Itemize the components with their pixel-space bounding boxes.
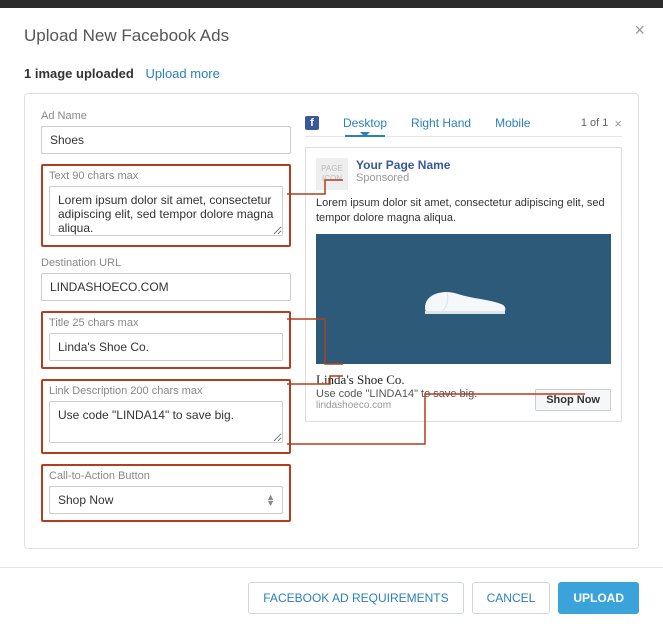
page-icon-placeholder: PAGE ICON xyxy=(316,158,348,190)
link-desc-label: Link Description 200 chars max xyxy=(49,385,283,397)
cancel-button[interactable]: CANCEL xyxy=(472,582,551,614)
upload-button[interactable]: UPLOAD xyxy=(558,582,639,614)
title-label: Title 25 chars max xyxy=(49,317,283,329)
tab-righthand[interactable]: Right Hand xyxy=(399,110,483,136)
ad-preview: PAGE ICON Your Page Name Sponsored Lorem… xyxy=(305,147,622,422)
text-input[interactable]: Lorem ipsum dolor sit amet, consectetur … xyxy=(49,186,283,236)
shoe-icon xyxy=(419,278,509,320)
dest-url-input[interactable] xyxy=(41,273,291,301)
modal-title: Upload New Facebook Ads xyxy=(24,26,639,46)
preview-desc: Use code "LINDA14" to save big. xyxy=(316,388,527,400)
preview-title: Linda's Shoe Co. xyxy=(316,372,527,388)
link-desc-input[interactable]: Use code "LINDA14" to save big. xyxy=(49,401,283,443)
fb-requirements-button[interactable]: FACEBOOK AD REQUIREMENTS xyxy=(248,582,463,614)
upload-count: 1 image uploaded xyxy=(24,66,134,81)
dest-url-label: Destination URL xyxy=(41,257,291,269)
preview-counter: 1 of 1 xyxy=(581,117,609,129)
preview-domain: lindashoeco.com xyxy=(316,400,527,411)
preview-image xyxy=(316,234,611,364)
sponsored-label: Sponsored xyxy=(356,172,450,184)
modal-footer: FACEBOOK AD REQUIREMENTS CANCEL UPLOAD xyxy=(0,567,663,628)
close-icon[interactable]: × xyxy=(634,20,645,41)
preview-cta-button[interactable]: Shop Now xyxy=(535,389,611,411)
facebook-icon: f xyxy=(305,116,319,130)
editor-panel: Ad Name Text 90 chars max Lorem ipsum do… xyxy=(24,93,639,549)
text-label: Text 90 chars max xyxy=(49,170,283,182)
tab-mobile[interactable]: Mobile xyxy=(483,110,542,136)
preview-page-name: Your Page Name xyxy=(356,158,450,172)
upload-status: 1 image uploaded Upload more xyxy=(24,66,639,81)
preview-close-icon[interactable]: × xyxy=(614,116,622,131)
ad-name-label: Ad Name xyxy=(41,110,291,122)
tab-desktop[interactable]: Desktop xyxy=(331,110,399,136)
upload-more-link[interactable]: Upload more xyxy=(145,66,219,81)
ad-name-input[interactable] xyxy=(41,126,291,154)
cta-select[interactable] xyxy=(49,486,283,514)
preview-text: Lorem ipsum dolor sit amet, consectetur … xyxy=(316,196,611,226)
cta-label: Call-to-Action Button xyxy=(49,470,283,482)
title-input[interactable] xyxy=(49,333,283,361)
